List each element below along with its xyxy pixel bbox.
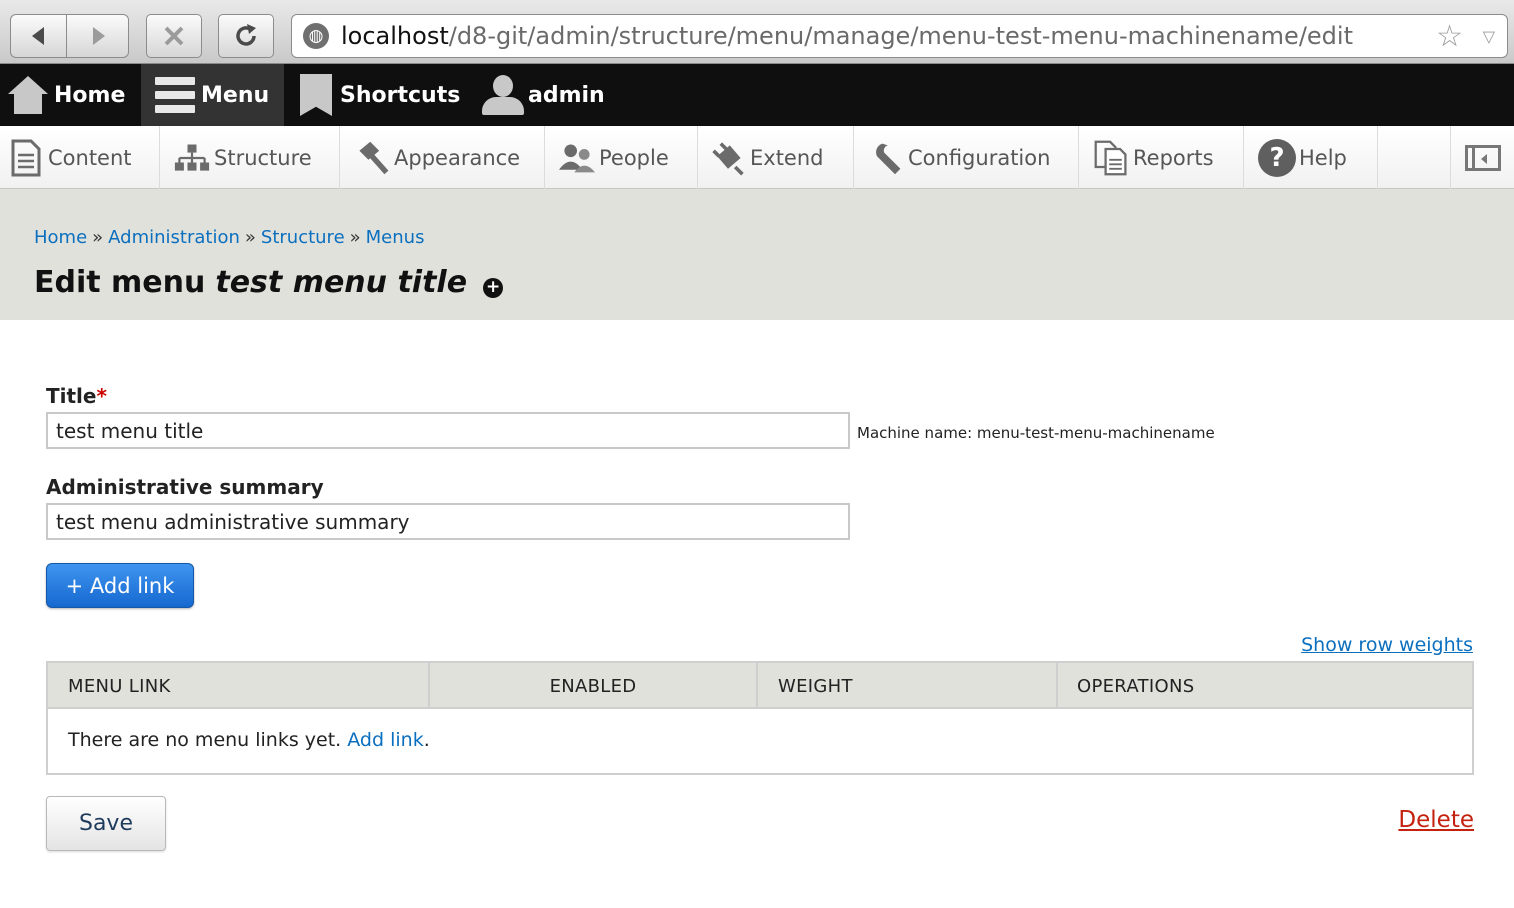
tray-item-content-label: Content: [48, 145, 132, 170]
table-header: MENU LINK ENABLED WEIGHT OPERATIONS: [48, 663, 1472, 709]
tray-item-content[interactable]: Content: [0, 126, 160, 189]
toolbar-home-label: Home: [54, 82, 126, 108]
column-enabled: ENABLED: [428, 663, 756, 709]
toolbar-menu-label: Menu: [201, 82, 270, 108]
toolbar-home[interactable]: Home: [0, 64, 140, 126]
content-icon: [11, 139, 41, 176]
tray-item-reports[interactable]: Reports: [1079, 126, 1244, 189]
browser-chrome: ◍ localhost/d8-git/admin/structure/menu/…: [0, 0, 1514, 64]
empty-message: There are no menu links yet.: [68, 729, 342, 751]
structure-icon: [174, 144, 210, 171]
close-icon: [164, 26, 184, 46]
tray-item-help-label: Help: [1299, 145, 1347, 170]
show-row-weights-link[interactable]: Show row weights: [1301, 634, 1473, 656]
reload-icon: [236, 24, 256, 46]
tray-item-people-label: People: [599, 145, 669, 170]
tray-item-extend-label: Extend: [750, 145, 824, 170]
breadcrumb-separator: »: [92, 227, 104, 248]
required-marker: *: [96, 384, 107, 408]
admin-menu-tray: Content Structure Appearance People Exte…: [0, 126, 1514, 189]
menu-icon: [155, 77, 195, 113]
column-operations: OPERATIONS: [1056, 663, 1474, 709]
bookmark-icon: [300, 74, 332, 116]
reload-button[interactable]: [218, 14, 274, 58]
forward-arrow-icon: [92, 27, 105, 45]
bookmark-star-icon[interactable]: ☆: [1436, 19, 1463, 54]
tray-item-reports-label: Reports: [1133, 145, 1214, 170]
globe-icon: ◍: [303, 23, 329, 49]
tray-item-appearance[interactable]: Appearance: [340, 126, 545, 189]
tray-item-structure-label: Structure: [214, 145, 312, 170]
user-icon: [482, 75, 524, 115]
title-input[interactable]: test menu title: [46, 412, 850, 449]
toolbar-shortcuts-label: Shortcuts: [340, 82, 461, 108]
back-button[interactable]: [10, 14, 67, 58]
configuration-icon: [876, 143, 901, 174]
url-path: /d8-git/admin/structure/menu/manage/menu…: [448, 22, 1353, 50]
title-input-value: test menu title: [56, 418, 204, 443]
save-button[interactable]: Save: [46, 796, 166, 851]
page-title-prefix: Edit menu: [34, 265, 206, 300]
back-arrow-icon: [31, 27, 44, 45]
breadcrumb-separator: »: [349, 227, 361, 248]
stop-button[interactable]: [146, 14, 202, 58]
url-host: localhost: [341, 22, 449, 50]
tray-item-people[interactable]: People: [545, 126, 698, 189]
tray-orientation-toggle[interactable]: [1450, 126, 1514, 189]
menu-links-table: MENU LINK ENABLED WEIGHT OPERATIONS Ther…: [46, 661, 1474, 775]
tray-item-configuration[interactable]: Configuration: [854, 126, 1079, 189]
machine-name: Machine name: menu-test-menu-machinename: [857, 424, 1215, 442]
column-menu-link: MENU LINK: [68, 675, 171, 697]
breadcrumb-home[interactable]: Home: [34, 227, 87, 248]
people-icon: [559, 144, 595, 172]
empty-add-link[interactable]: Add link: [347, 729, 423, 751]
column-weight: WEIGHT: [756, 663, 1056, 709]
address-bar[interactable]: ◍ localhost/d8-git/admin/structure/menu/…: [291, 14, 1508, 58]
breadcrumb-administration[interactable]: Administration: [108, 227, 240, 248]
page-header: Home» Administration» Structure» Menus Edit…: [0, 189, 1514, 320]
extend-icon: [712, 141, 744, 175]
title-label: Title*: [46, 384, 107, 408]
chevron-down-icon[interactable]: ▽: [1483, 27, 1495, 46]
breadcrumb: Home» Administration» Structure» Menus: [34, 227, 424, 248]
help-icon: ?: [1258, 138, 1296, 177]
page-title: Edit menu test menu title +: [34, 265, 504, 300]
reports-icon: [1094, 140, 1127, 175]
tray-item-configuration-label: Configuration: [908, 145, 1051, 170]
delete-link[interactable]: Delete: [1398, 807, 1474, 833]
url-text: localhost/d8-git/admin/structure/menu/ma…: [341, 22, 1353, 50]
sidebar-toggle-icon: [1464, 144, 1501, 171]
toolbar-user-label: admin: [528, 82, 605, 108]
tray-item-structure[interactable]: Structure: [160, 126, 340, 189]
home-icon: [8, 76, 48, 114]
table-empty-row: There are no menu links yet. Add link.: [68, 729, 430, 751]
summary-input[interactable]: test menu administrative summary: [46, 503, 850, 540]
add-shortcut-icon[interactable]: +: [483, 277, 504, 298]
tray-item-appearance-label: Appearance: [394, 145, 521, 170]
empty-suffix: .: [423, 729, 430, 751]
add-link-button[interactable]: + Add link: [46, 563, 194, 608]
breadcrumb-structure[interactable]: Structure: [261, 227, 345, 248]
page-title-menu-name: test menu title: [215, 265, 468, 300]
breadcrumb-menus[interactable]: Menus: [366, 227, 425, 248]
toolbar-user[interactable]: admin: [482, 64, 622, 126]
tray-item-help[interactable]: ? Help: [1244, 126, 1378, 189]
toolbar-menu[interactable]: Menu: [141, 64, 284, 126]
appearance-icon: [359, 141, 389, 174]
forward-button[interactable]: [66, 14, 129, 58]
summary-label: Administrative summary: [46, 475, 324, 499]
toolbar-shortcuts[interactable]: Shortcuts: [300, 64, 470, 126]
tray-item-extend[interactable]: Extend: [698, 126, 854, 189]
summary-input-value: test menu administrative summary: [56, 509, 410, 534]
admin-toolbar: Home Menu Shortcuts admin: [0, 64, 1514, 126]
breadcrumb-separator: »: [244, 227, 256, 248]
title-label-text: Title: [46, 384, 97, 408]
